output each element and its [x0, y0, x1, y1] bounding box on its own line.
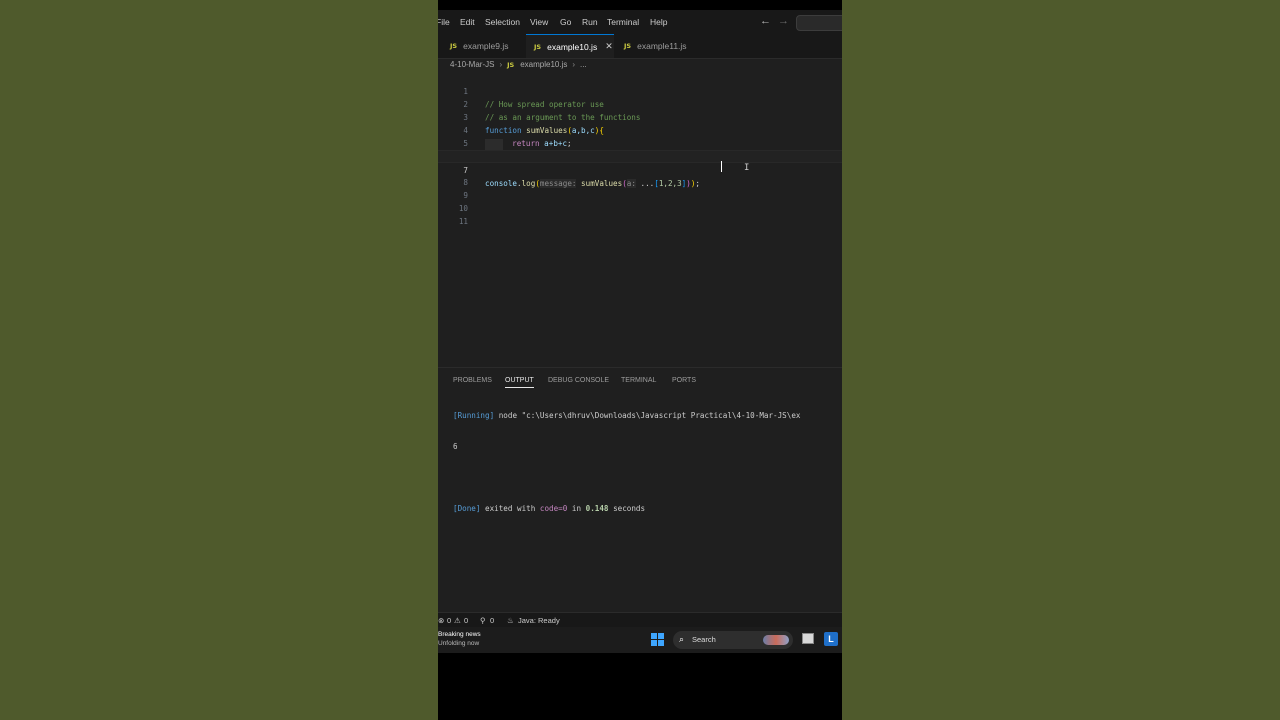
ports-icon[interactable]: ⚲	[480, 616, 486, 625]
ports-count[interactable]: 0	[490, 616, 494, 625]
code-line[interactable]: 10	[438, 189, 842, 213]
tab-ports[interactable]: PORTS	[672, 377, 696, 384]
bottom-panel: PROBLEMS OUTPUT DEBUG CONSOLE TERMINAL P…	[438, 367, 842, 613]
error-count[interactable]: 0	[447, 616, 451, 625]
code-line[interactable]: 9	[438, 176, 842, 200]
output-line: 6	[453, 440, 800, 453]
tab-example9[interactable]: JS example9.js	[450, 34, 508, 58]
search-icon: ⌕	[679, 634, 685, 644]
output-time: 0.148	[585, 504, 609, 513]
breadcrumb: 4-10-Mar-JS › JS example10.js › ...	[450, 60, 587, 69]
menu-go[interactable]: Go	[560, 17, 571, 27]
app-icon[interactable]: L	[824, 632, 838, 646]
javascript-file-icon: JS	[534, 42, 542, 51]
vscode-window: File Edit Selection View Go Run Terminal…	[438, 10, 842, 628]
tab-problems[interactable]: PROBLEMS	[453, 377, 492, 384]
tab-output[interactable]: OUTPUT	[505, 377, 534, 388]
tab-debug-console[interactable]: DEBUG CONSOLE	[548, 377, 609, 384]
javascript-file-icon: JS	[507, 60, 515, 69]
code-line[interactable]: 1 // How spread operator use	[438, 72, 842, 109]
phone-frame: File Edit Selection View Go Run Terminal…	[438, 0, 842, 720]
output-console[interactable]: [Running] node "c:\Users\dhruv\Downloads…	[453, 391, 800, 533]
arrow-right-icon[interactable]: →	[778, 15, 789, 27]
output-line: [Running] node "c:\Users\dhruv\Downloads…	[453, 409, 800, 422]
tab-label: example9.js	[463, 41, 509, 51]
task-view-icon[interactable]	[802, 633, 814, 644]
code-line[interactable]: 2 // as an argument to the functions	[438, 85, 842, 122]
code-editor[interactable]: 1 // How spread operator use 2 // as an …	[438, 72, 842, 364]
editor-tab-bar: JS example9.js JS example10.js ✕ JS exam…	[438, 34, 842, 59]
command-center-search[interactable]	[796, 15, 842, 31]
tab-terminal[interactable]: TERMINAL	[621, 377, 656, 384]
code-line[interactable]: 11	[438, 202, 842, 226]
javascript-file-icon: JS	[450, 42, 458, 50]
text-caret	[721, 161, 722, 172]
menu-bar: File Edit Selection View Go Run Terminal…	[438, 10, 842, 34]
breadcrumb-more[interactable]: ...	[580, 60, 587, 69]
taskbar-search-label: Search	[692, 635, 716, 644]
code-line[interactable]: 5 }	[438, 124, 842, 161]
status-bar: ⊗ 0 ⚠ 0 ⚲ 0 ♨ Java: Ready	[438, 612, 842, 628]
warning-count[interactable]: 0	[464, 616, 468, 625]
menu-edit[interactable]: Edit	[460, 17, 475, 27]
tab-label: example10.js	[547, 41, 598, 52]
search-highlight-image	[763, 635, 789, 645]
menu-terminal[interactable]: Terminal	[607, 17, 639, 27]
output-result: 6	[453, 442, 458, 451]
breadcrumb-folder[interactable]: 4-10-Mar-JS	[450, 60, 494, 69]
error-icon[interactable]: ⊗	[438, 616, 444, 625]
output-text: exited with	[485, 504, 536, 513]
code-line-current[interactable]: 7 console.log(message: sumValues(a: ...[…	[438, 150, 842, 188]
code-line[interactable]: 8	[438, 163, 842, 187]
menu-help[interactable]: Help	[650, 17, 667, 27]
javascript-file-icon: JS	[624, 42, 632, 50]
menu-run[interactable]: Run	[582, 17, 598, 27]
news-widget-title[interactable]: Breaking news	[438, 631, 481, 638]
tab-example11[interactable]: JS example11.js	[624, 34, 687, 58]
output-running-tag: [Running]	[453, 411, 495, 420]
output-text: seconds	[613, 504, 646, 513]
text-cursor-icon: I	[744, 163, 750, 173]
java-status[interactable]: Java: Ready	[518, 616, 560, 625]
code-line[interactable]: 4 return a+b+c;	[438, 111, 842, 150]
chevron-right-icon: ›	[499, 60, 503, 69]
close-icon[interactable]: ✕	[605, 41, 613, 52]
warning-icon[interactable]: ⚠	[454, 616, 461, 625]
output-exit-code: code=0	[539, 504, 568, 513]
tab-example10[interactable]: JS example10.js ✕	[526, 34, 614, 58]
code-line[interactable]: 6	[438, 137, 842, 161]
windows-taskbar: Breaking news Unfolding now ⌕ Search L	[438, 627, 842, 653]
menu-file[interactable]: File	[438, 17, 450, 27]
output-line: [Done] exited with code=0 in 0.148 secon…	[453, 502, 800, 515]
line-number: 11	[458, 217, 468, 226]
taskbar-search[interactable]: ⌕ Search	[673, 631, 793, 649]
code-line[interactable]: 3 function sumValues(a,b,c){	[438, 98, 842, 135]
arrow-left-icon[interactable]: ←	[760, 15, 771, 27]
output-done-tag: [Done]	[453, 504, 481, 513]
output-text: in	[571, 504, 582, 513]
menu-view[interactable]: View	[530, 17, 548, 27]
java-status-icon[interactable]: ♨	[507, 616, 514, 625]
chevron-right-icon: ›	[572, 60, 576, 69]
windows-start-icon[interactable]	[651, 633, 664, 646]
menu-selection[interactable]: Selection	[485, 17, 520, 27]
tab-label: example11.js	[637, 41, 687, 51]
output-command: node "c:\Users\dhruv\Downloads\Javascrip…	[498, 411, 801, 420]
news-widget-subtitle[interactable]: Unfolding now	[438, 640, 479, 647]
breadcrumb-file[interactable]: example10.js	[520, 60, 567, 69]
